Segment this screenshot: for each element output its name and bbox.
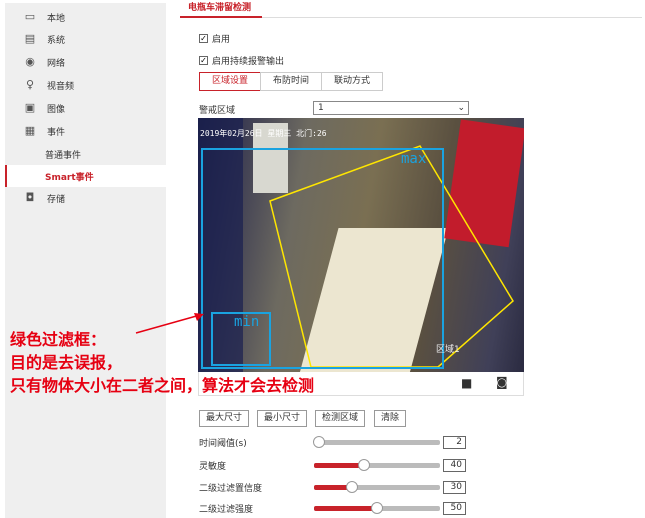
slider-label: 时间阈值(s): [199, 439, 247, 449]
sidebar-item-system[interactable]: ▤ 系统: [5, 28, 166, 50]
annotation-line-3: 只有物体大小在二者之间，算法才会去检测: [10, 376, 315, 395]
record-icon[interactable]: ■: [461, 376, 472, 390]
slider-value-input[interactable]: 30: [443, 481, 466, 494]
tab-ebike-detection[interactable]: 电瓶车滞留检测: [180, 0, 262, 18]
annotation-line-2: 目的是去误报，: [10, 353, 123, 372]
sidebar-item-network[interactable]: ◉ 网络: [5, 51, 166, 73]
zone-select[interactable]: 1 ⌄: [313, 101, 469, 115]
sidebar-item-normal-event[interactable]: 普通事件: [5, 143, 166, 165]
slider-label: 二级过滤强度: [199, 505, 254, 515]
zone-label: 警戒区域: [199, 106, 236, 116]
globe-icon: ◉: [25, 55, 35, 68]
slider-fill: [314, 506, 377, 511]
detect-area-button[interactable]: 检测区域: [315, 410, 366, 427]
annotation-line-1: 绿色过滤框：: [10, 330, 107, 349]
slider-track[interactable]: [314, 459, 440, 471]
slider-track[interactable]: [313, 436, 440, 448]
sidebar-item-storage[interactable]: ◘ 存储: [5, 187, 166, 209]
divider: [262, 17, 642, 18]
min-size-button[interactable]: 最小尺寸: [257, 410, 308, 427]
slider-handle[interactable]: [371, 502, 383, 514]
osd-text: 2019年02月26日 星期三 北门:26: [200, 129, 327, 138]
slider-value-input[interactable]: 40: [443, 459, 466, 472]
elevator-floor: [299, 228, 449, 372]
sidebar-item-audio-video[interactable]: ♀ 视音频: [5, 74, 166, 96]
sidebar-item-smart-event[interactable]: Smart事件: [5, 165, 166, 187]
step-tabs: 区域设置 布防时间 联动方式: [199, 72, 384, 91]
poster: [444, 119, 524, 248]
slider-label: 灵敏度: [199, 462, 227, 472]
region-label: 区域1: [436, 345, 460, 355]
min-label: min: [234, 314, 260, 330]
slider-handle[interactable]: [358, 459, 371, 471]
slider-handle[interactable]: [345, 481, 358, 493]
clear-button[interactable]: 清除: [374, 410, 407, 427]
slider-label: 二级过滤置信度: [199, 484, 263, 494]
tab-area-settings[interactable]: 区域设置: [199, 72, 262, 91]
annotation-arrow: [135, 313, 204, 334]
sidebar: ▭ 本地 ▤ 系统 ◉ 网络 ♀ 视音频 ▣ 图像 ▦ 事件 普通事件 Smart事件 ◘ 存…: [5, 3, 166, 518]
image-icon: ▣: [24, 101, 36, 114]
video-preview[interactable]: 2019年02月26日 星期三 北门:26 max min 区域1: [198, 118, 524, 372]
slider-track[interactable]: [314, 502, 440, 514]
slider-handle[interactable]: [313, 436, 326, 448]
video-overlay: [198, 118, 524, 372]
calendar-icon: ▦: [24, 124, 36, 137]
check-icon: ✓: [199, 34, 208, 43]
slider-value-input[interactable]: 2: [443, 436, 466, 449]
floppy-icon: ◘: [25, 191, 35, 204]
check-icon: ✓: [199, 56, 208, 65]
window-icon: ▤: [24, 32, 36, 45]
slider-value-input[interactable]: 50: [443, 502, 466, 515]
max-label: max: [401, 151, 427, 167]
max-size-button[interactable]: 最大尺寸: [199, 410, 250, 427]
sidebar-item-event[interactable]: ▦ 事件: [5, 120, 166, 142]
microphone-icon: ♀: [25, 78, 35, 91]
enable-checkbox[interactable]: ✓ 启用: [199, 32, 230, 45]
continuous-alarm-checkbox[interactable]: ✓ 启用持续报警输出: [199, 54, 284, 67]
monitor-icon: ▭: [24, 10, 36, 23]
slider-track[interactable]: [314, 481, 440, 493]
camera-icon[interactable]: ◙: [496, 375, 508, 389]
chevron-down-icon: ⌄: [457, 103, 465, 113]
tab-arming-schedule[interactable]: 布防时间: [260, 72, 323, 91]
slider-fill: [314, 463, 365, 468]
sidebar-item-local[interactable]: ▭ 本地: [5, 6, 166, 28]
sidebar-item-image[interactable]: ▣ 图像: [5, 97, 166, 119]
tab-linkage[interactable]: 联动方式: [321, 72, 384, 91]
